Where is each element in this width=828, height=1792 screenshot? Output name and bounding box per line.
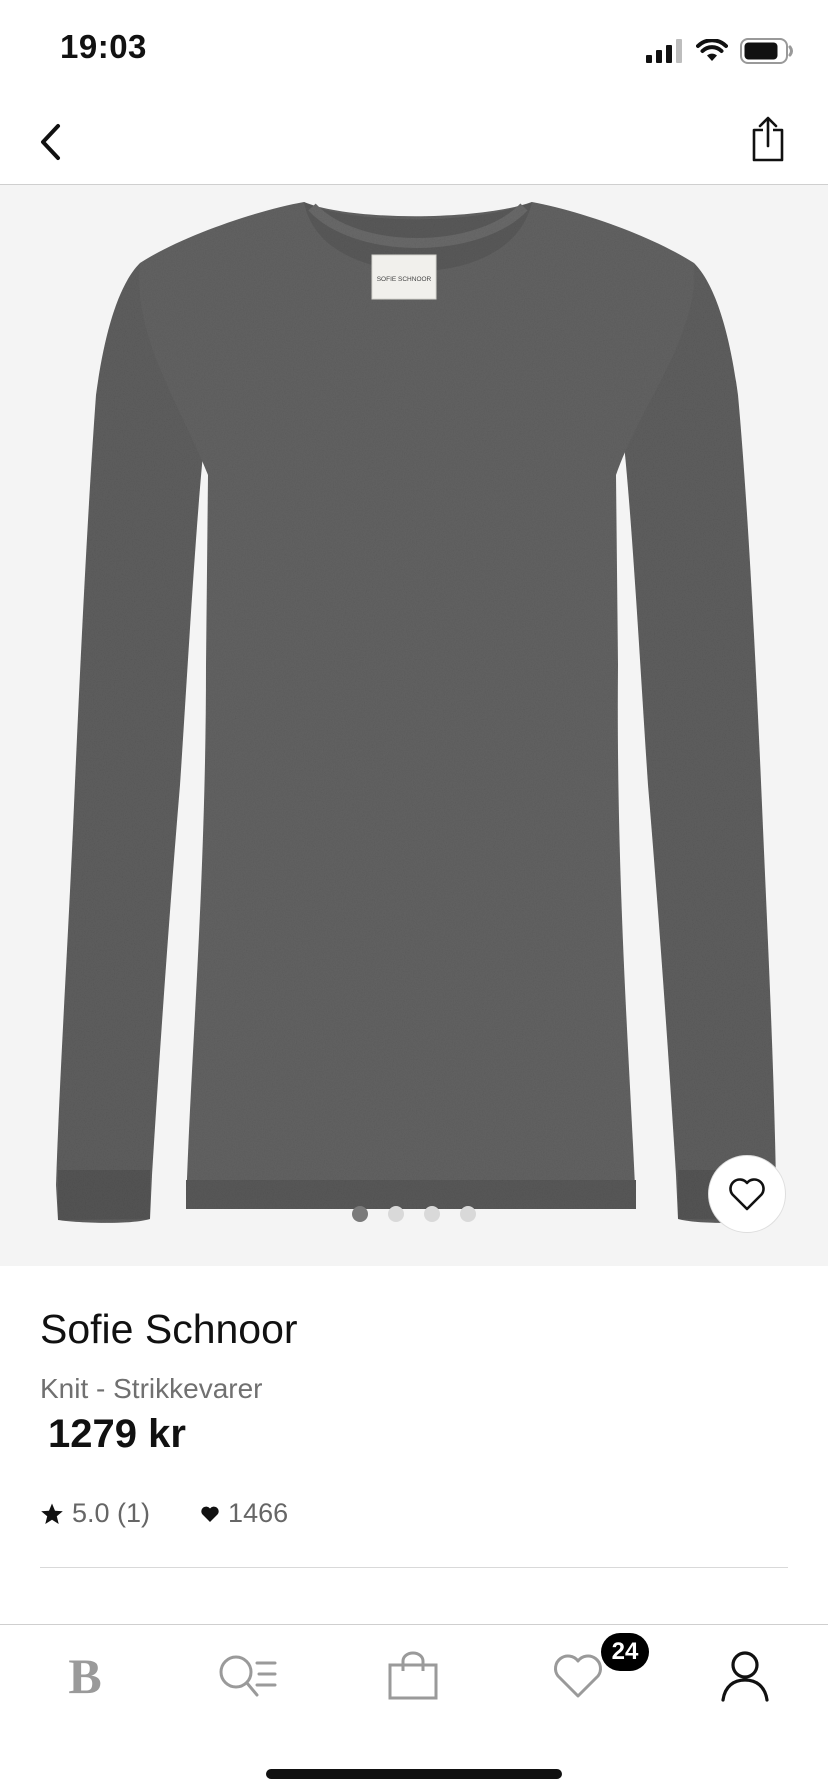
search-list-icon xyxy=(219,1655,277,1697)
garment-label-text: SOFIE SCHNOOR xyxy=(377,276,432,283)
divider xyxy=(40,1567,788,1568)
tab-search[interactable] xyxy=(203,1641,293,1711)
heart-icon xyxy=(554,1654,602,1698)
wifi-icon xyxy=(696,39,728,61)
shopping-bag-icon xyxy=(388,1651,438,1700)
product-price: 1279 kr xyxy=(48,1412,186,1456)
star-icon xyxy=(41,1503,63,1524)
home-indicator xyxy=(266,1769,562,1779)
likes-count: 1466 xyxy=(228,1498,289,1528)
tab-account[interactable] xyxy=(700,1641,790,1711)
tab-bar: B 24 xyxy=(0,1624,828,1792)
tab-home[interactable]: B xyxy=(40,1641,130,1711)
tab-bag[interactable] xyxy=(368,1641,458,1711)
brand-b-logo: B xyxy=(68,1648,102,1704)
rating[interactable]: 5.0 (1) xyxy=(40,1498,150,1529)
chevron-left-icon xyxy=(41,124,60,160)
person-icon xyxy=(721,1651,769,1702)
cellular-signal-icon xyxy=(646,39,682,63)
battery-icon xyxy=(740,38,793,64)
pager-dot-4[interactable] xyxy=(460,1206,476,1222)
pager-dot-1[interactable] xyxy=(352,1206,368,1222)
favorites-badge: 24 xyxy=(601,1633,649,1671)
product-stats: 5.0 (1) 1466 xyxy=(40,1498,288,1529)
navigation-bar xyxy=(0,100,828,185)
status-bar: 19:03 xyxy=(0,0,828,100)
likes: 1466 xyxy=(200,1498,288,1529)
status-icons xyxy=(646,36,794,66)
status-time: 19:03 xyxy=(60,28,147,65)
pager-dot-3[interactable] xyxy=(424,1206,440,1222)
image-pager[interactable] xyxy=(0,1206,828,1222)
heart-outline-icon xyxy=(729,1178,765,1211)
favorite-button[interactable] xyxy=(708,1155,786,1233)
back-button[interactable] xyxy=(26,118,74,166)
product-brand[interactable]: Sofie Schnoor xyxy=(40,1306,298,1353)
share-button[interactable] xyxy=(744,112,792,166)
product-image-gallery[interactable]: SOFIE SCHNOOR xyxy=(0,185,828,1266)
heart-filled-icon xyxy=(201,1506,219,1522)
product-image: SOFIE SCHNOOR xyxy=(56,202,776,1223)
product-category: Knit - Strikkevarer xyxy=(40,1373,263,1404)
product-detail-screen: 19:03 SOFIE SCHNOOR Sofie Schnoor Knit -… xyxy=(0,0,828,1792)
rating-text: 5.0 (1) xyxy=(72,1498,151,1528)
pager-dot-2[interactable] xyxy=(388,1206,404,1222)
share-icon xyxy=(752,116,784,162)
